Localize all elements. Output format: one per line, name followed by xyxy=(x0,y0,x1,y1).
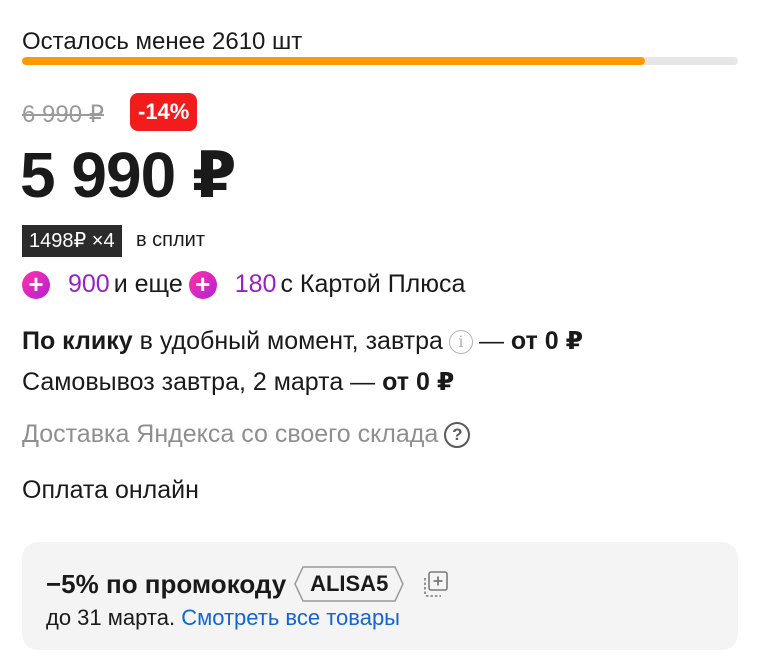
payment-method: Оплата онлайн xyxy=(22,476,199,504)
cashback-suffix: с Картой Плюса xyxy=(280,270,466,298)
current-price: 5 990 ₽ xyxy=(20,139,236,211)
promo-date: до 31 марта. xyxy=(46,605,176,630)
promo-title-row: −5% по промокоду ALISA5 xyxy=(46,566,450,602)
info-icon[interactable]: i xyxy=(448,330,473,354)
stock-progress-bar xyxy=(22,57,738,65)
yandex-delivery-text: Доставка Яндекса со своего склада xyxy=(22,420,439,448)
pickup-text: Самовывоз завтра, 2 марта — xyxy=(22,368,376,396)
split-badge[interactable]: 1498₽ ×4 xyxy=(22,225,122,257)
cashback-amount-1: 900 xyxy=(68,270,110,298)
delivery-click-line: По клику в удобный момент, завтра i — от 0… xyxy=(22,326,583,356)
promo-card: −5% по промокоду ALISA5 до 31 марта. Смо… xyxy=(22,542,738,650)
stock-progress-fill xyxy=(22,57,645,65)
delivery-click-dash: — xyxy=(478,327,504,355)
promo-all-items-link[interactable]: Смотреть все товары xyxy=(181,605,400,630)
delivery-click-price: от 0 ₽ xyxy=(510,327,583,355)
split-label[interactable]: в сплит xyxy=(136,229,205,252)
yandex-delivery-line: Доставка Яндекса со своего склада? xyxy=(22,420,471,449)
help-icon[interactable]: ? xyxy=(444,422,471,448)
cashback-middle-text: и еще xyxy=(113,270,183,298)
promo-code: ALISA5 xyxy=(310,571,389,596)
promo-title: −5% по промокоду xyxy=(46,568,287,599)
promo-subtitle: до 31 марта. Смотреть все товары xyxy=(46,605,400,631)
discount-badge: -14% xyxy=(130,93,198,131)
copy-icon[interactable] xyxy=(420,569,450,599)
delivery-click-bold: По клику xyxy=(22,327,133,355)
stock-remaining-text: Осталось менее 2610 шт xyxy=(22,28,303,55)
old-price: 6 990 ₽ xyxy=(22,101,104,128)
delivery-click-text: в удобный момент, завтра xyxy=(139,327,443,355)
plus-points-icon xyxy=(22,269,64,299)
pickup-line: Самовывоз завтра, 2 марта — от 0 ₽ xyxy=(22,367,454,397)
plus-points-icon xyxy=(188,269,231,299)
cashback-row[interactable]: 900 и еще 180 с Картой Плюса xyxy=(22,269,471,299)
cashback-amount-2: 180 xyxy=(234,270,277,298)
promo-code-chip[interactable]: ALISA5 xyxy=(294,566,405,602)
pickup-price: от 0 ₽ xyxy=(382,368,455,396)
